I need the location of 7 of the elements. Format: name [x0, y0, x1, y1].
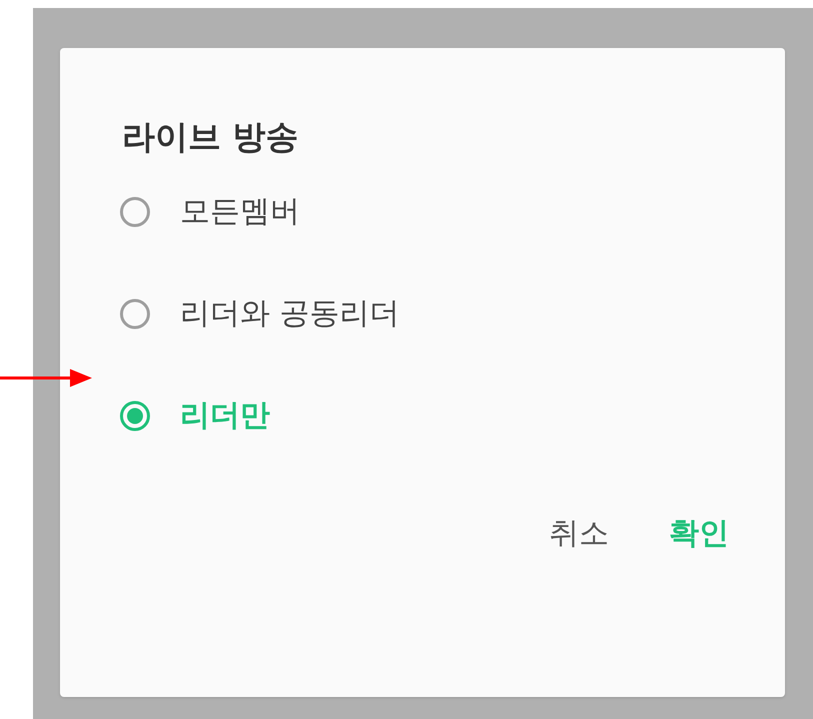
option-label[interactable]: 모든멤버 — [180, 197, 300, 227]
radio-button[interactable] — [120, 401, 150, 431]
radio-button[interactable] — [120, 197, 150, 227]
dialog-button[interactable]: 취소 — [549, 519, 609, 549]
dialog-title: 라이브 방송 — [122, 120, 300, 153]
radio-button[interactable] — [120, 299, 150, 329]
option-label[interactable]: 리더와 공동리더 — [180, 299, 400, 329]
